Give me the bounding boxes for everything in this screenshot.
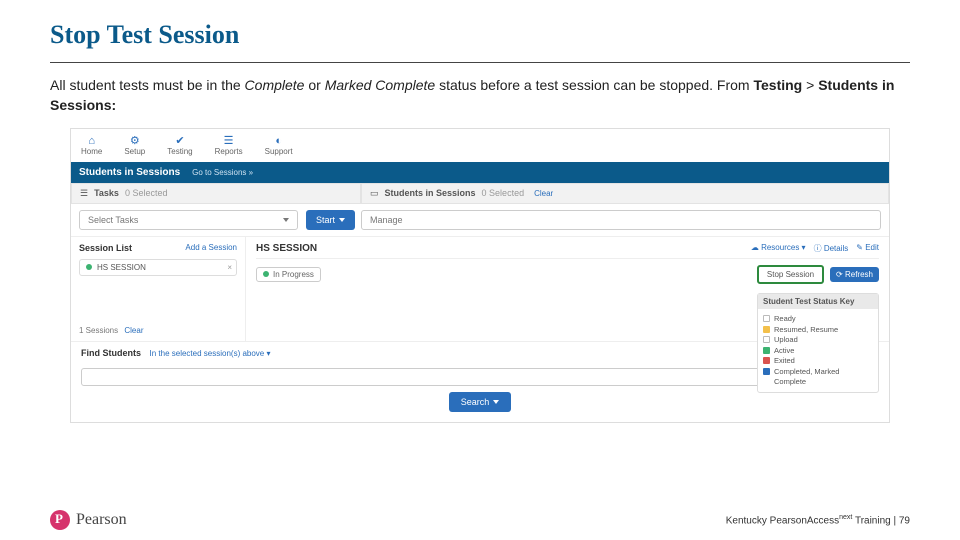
- search-button[interactable]: Search: [449, 392, 512, 412]
- instruction-text: All student tests must be in the Complet…: [50, 75, 910, 116]
- session-main-panel: HS SESSION ☁ Resources ▾ ⓘ Details ✎ Edi…: [246, 237, 889, 341]
- edit-link[interactable]: ✎ Edit: [856, 243, 879, 254]
- key-label: Resumed, Resume: [774, 325, 838, 334]
- color-swatch-icon: [763, 336, 770, 343]
- select-tasks-dropdown[interactable]: Select Tasks: [79, 210, 298, 230]
- key-label: Ready: [774, 314, 796, 323]
- find-scope-link[interactable]: In the selected session(s) above ▾: [150, 349, 271, 358]
- top-nav: ⌂Home ⚙Setup ✔Testing ☰Reports ◐Support: [71, 129, 889, 162]
- footer-text: Kentucky PearsonAccessnext Training | 79: [726, 514, 910, 526]
- key-label: Completed, Marked: [774, 367, 839, 376]
- key-row: Exited: [763, 356, 873, 365]
- gear-icon: ⚙: [129, 135, 141, 147]
- status-key-panel: Student Test Status Key Ready Resumed, Re…: [757, 293, 879, 393]
- manage-dropdown[interactable]: Manage: [361, 210, 881, 230]
- divider: [50, 62, 910, 63]
- remove-icon[interactable]: ×: [227, 263, 232, 272]
- key-row: Completed, Marked: [763, 367, 873, 376]
- pearson-logo: Pearson: [50, 510, 127, 530]
- list-icon: ▭: [370, 188, 379, 199]
- add-session-link[interactable]: Add a Session: [185, 243, 237, 252]
- page-title: Stop Test Session: [50, 20, 910, 50]
- app-screenshot: ⌂Home ⚙Setup ✔Testing ☰Reports ◐Support …: [70, 128, 890, 423]
- session-name: HS SESSION: [256, 243, 317, 254]
- tasks-header: ☰ Tasks 0 Selected: [71, 183, 361, 204]
- clear-link[interactable]: Clear: [124, 326, 143, 335]
- key-row: Complete: [763, 377, 873, 386]
- session-list-panel: Session List Add a Session HS SESSION × …: [71, 237, 246, 341]
- nav-home[interactable]: ⌂Home: [81, 135, 102, 156]
- nav-testing[interactable]: ✔Testing: [167, 135, 192, 156]
- home-icon: ⌂: [86, 135, 98, 147]
- chevron-down-icon: [283, 218, 289, 222]
- refresh-button[interactable]: ⟳ Refresh: [830, 267, 879, 282]
- key-label: Exited: [774, 356, 795, 365]
- breadcrumb-bar: Students in Sessions Go to Sessions »: [71, 162, 889, 183]
- key-row: Active: [763, 346, 873, 355]
- status-chip: In Progress: [256, 267, 321, 282]
- start-button[interactable]: Start: [306, 210, 355, 230]
- key-label: Complete: [774, 377, 806, 386]
- key-row: Upload: [763, 335, 873, 344]
- key-row: Resumed, Resume: [763, 325, 873, 334]
- chevron-down-icon: [339, 218, 345, 222]
- details-link[interactable]: ⓘ Details: [814, 243, 849, 254]
- nav-reports[interactable]: ☰Reports: [215, 135, 243, 156]
- stop-session-button[interactable]: Stop Session: [757, 265, 824, 284]
- breadcrumb-title: Students in Sessions: [79, 167, 180, 178]
- key-row: Ready: [763, 314, 873, 323]
- color-swatch-icon: [763, 357, 770, 364]
- color-swatch-icon: [763, 315, 770, 322]
- color-swatch-icon: [763, 347, 770, 354]
- check-icon: ✔: [174, 135, 186, 147]
- status-dot-icon: [86, 264, 92, 270]
- resources-link[interactable]: ☁ Resources ▾: [751, 243, 806, 254]
- clear-link[interactable]: Clear: [534, 189, 553, 198]
- key-label: Upload: [774, 335, 798, 344]
- logo-icon: [50, 510, 70, 530]
- tasks-icon: ☰: [80, 188, 88, 199]
- color-swatch-icon: [763, 378, 770, 385]
- color-swatch-icon: [763, 368, 770, 375]
- nav-setup[interactable]: ⚙Setup: [124, 135, 145, 156]
- color-swatch-icon: [763, 326, 770, 333]
- status-key-title: Student Test Status Key: [758, 294, 878, 309]
- tasks-count: 0 Selected: [125, 188, 168, 198]
- nav-support[interactable]: ◐Support: [265, 135, 293, 156]
- sis-header: ▭ Students in Sessions 0 Selected Clear: [361, 183, 889, 204]
- list-icon: ☰: [223, 135, 235, 147]
- support-icon: ◐: [273, 135, 285, 147]
- session-list-title: Session List: [79, 243, 132, 253]
- chevron-down-icon: [493, 400, 499, 404]
- session-item[interactable]: HS SESSION ×: [79, 259, 237, 276]
- key-label: Active: [774, 346, 794, 355]
- sis-count: 0 Selected: [482, 188, 525, 198]
- status-dot-icon: [263, 271, 269, 277]
- go-to-sessions-link[interactable]: Go to Sessions »: [192, 168, 253, 177]
- find-label: Find Students: [81, 348, 141, 358]
- session-count: 1 Sessions Clear: [79, 326, 237, 335]
